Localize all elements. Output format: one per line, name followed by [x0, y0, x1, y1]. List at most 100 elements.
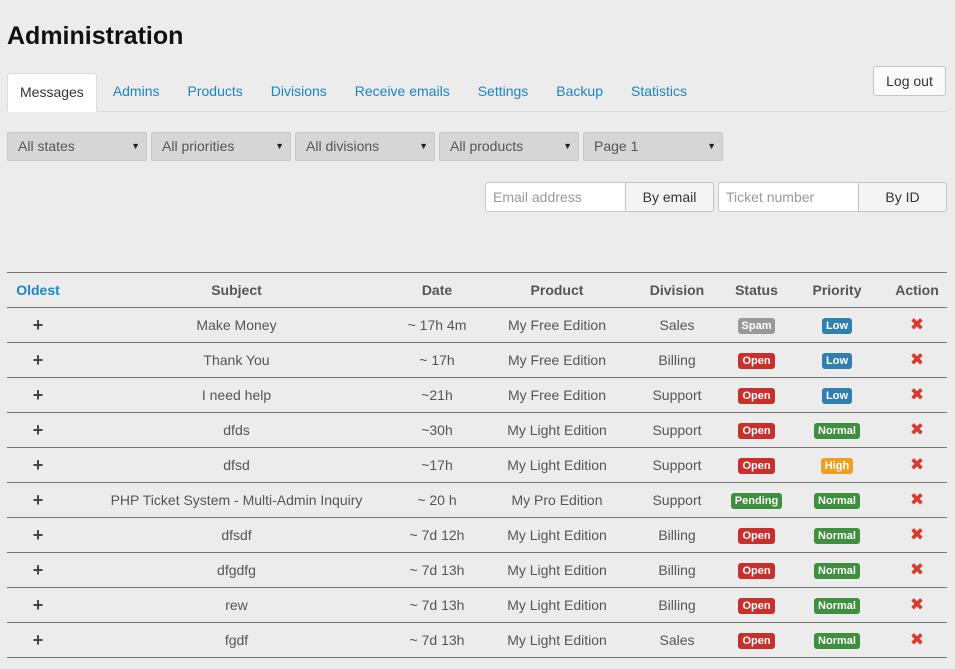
- caret-down-icon: ▼: [275, 141, 284, 151]
- ticket-subject-link[interactable]: dfsd: [69, 448, 404, 482]
- priority-cell: High: [797, 448, 877, 482]
- ticket-subject-link[interactable]: PHP Ticket System - Multi-Admin Inquiry: [69, 483, 404, 517]
- priority-badge[interactable]: Low: [822, 353, 852, 370]
- delete-button[interactable]: ✖: [882, 623, 952, 657]
- priority-badge[interactable]: Normal: [814, 423, 860, 440]
- tab-backup[interactable]: Backup: [541, 73, 618, 111]
- status-badge[interactable]: Open: [738, 353, 775, 370]
- delete-button[interactable]: ✖: [882, 588, 952, 622]
- tab-admins[interactable]: Admins: [98, 73, 175, 111]
- ticket-subject-link[interactable]: I need help: [69, 378, 404, 412]
- status-badge[interactable]: Spam: [737, 318, 776, 335]
- ticket-division: Sales: [659, 632, 695, 648]
- ticket-product: My Light Edition: [507, 422, 607, 438]
- expand-row-button[interactable]: +: [7, 378, 69, 412]
- ticket-date: ~30h: [421, 422, 453, 438]
- ticket-subject-link[interactable]: dfsdf: [69, 518, 404, 552]
- ticket-division: Support: [652, 387, 702, 403]
- priority-cell: Normal: [797, 623, 877, 657]
- tab-receive-emails[interactable]: Receive emails: [340, 73, 465, 111]
- ticket-date: ~ 7d 13h: [409, 597, 465, 613]
- ticket-subject-link[interactable]: rew: [69, 588, 404, 622]
- by-email-button[interactable]: By email: [625, 182, 714, 212]
- by-id-button[interactable]: By ID: [858, 182, 947, 212]
- status-badge[interactable]: Pending: [730, 493, 783, 510]
- expand-row-button[interactable]: +: [7, 413, 69, 447]
- expand-row-button[interactable]: +: [7, 448, 69, 482]
- expand-row-button[interactable]: +: [7, 553, 69, 587]
- tab-statistics[interactable]: Statistics: [616, 73, 702, 111]
- tab-products[interactable]: Products: [173, 73, 258, 111]
- priority-badge[interactable]: Low: [822, 318, 852, 335]
- expand-row-button[interactable]: +: [7, 308, 69, 342]
- sort-oldest-link[interactable]: Oldest: [7, 273, 69, 307]
- state-filter-select[interactable]: All states ▼: [7, 132, 147, 161]
- ticket-subject-link[interactable]: fgdf: [69, 623, 404, 657]
- ticket-date: ~ 20 h: [417, 492, 457, 508]
- column-header-subject: Subject: [211, 282, 262, 298]
- ticket-subject-link[interactable]: Thank You: [69, 343, 404, 377]
- plus-icon: +: [32, 560, 44, 580]
- delete-button[interactable]: ✖: [882, 343, 952, 377]
- delete-button[interactable]: ✖: [882, 553, 952, 587]
- ticket-subject-link[interactable]: dfds: [69, 413, 404, 447]
- status-badge[interactable]: Open: [738, 423, 775, 440]
- priority-badge[interactable]: High: [820, 458, 854, 475]
- delete-button[interactable]: ✖: [882, 518, 952, 552]
- table-header-row: Oldest Subject Date Product Division Sta…: [7, 273, 947, 308]
- delete-button[interactable]: ✖: [882, 413, 952, 447]
- tab-messages[interactable]: Messages: [7, 73, 97, 112]
- status-badge[interactable]: Open: [738, 458, 775, 475]
- priority-badge[interactable]: Normal: [814, 493, 860, 510]
- ticket-product: My Light Edition: [507, 597, 607, 613]
- ticket-number-input[interactable]: Ticket number: [718, 182, 858, 212]
- expand-row-button[interactable]: +: [7, 518, 69, 552]
- status-badge[interactable]: Open: [738, 633, 775, 650]
- table-row: + dfsd ~17h My Light Edition Support Open High…: [7, 448, 947, 483]
- ticket-subject-link[interactable]: Make Money: [69, 308, 404, 342]
- caret-down-icon: ▼: [131, 141, 140, 151]
- column-header-date: Date: [421, 282, 453, 298]
- priority-badge[interactable]: Low: [822, 388, 852, 405]
- delete-button[interactable]: ✖: [882, 308, 952, 342]
- priority-badge[interactable]: Normal: [814, 633, 860, 650]
- delete-button[interactable]: ✖: [882, 448, 952, 482]
- ticket-product: My Pro Edition: [511, 492, 603, 508]
- expand-row-button[interactable]: +: [7, 483, 69, 517]
- priority-badge[interactable]: Normal: [814, 563, 860, 580]
- page-select[interactable]: Page 1 ▼: [583, 132, 723, 161]
- tab-settings[interactable]: Settings: [463, 73, 544, 111]
- expand-row-button[interactable]: +: [7, 588, 69, 622]
- delete-button[interactable]: ✖: [882, 483, 952, 517]
- state-filter-value: All states: [18, 138, 75, 154]
- ticket-date: ~21h: [421, 387, 453, 403]
- ticket-division: Support: [652, 492, 702, 508]
- ticket-division: Support: [652, 422, 702, 438]
- expand-row-button[interactable]: +: [7, 623, 69, 657]
- status-cell: Open: [719, 553, 794, 587]
- messages-table: Oldest Subject Date Product Division Sta…: [7, 272, 947, 658]
- status-cell: Pending: [719, 483, 794, 517]
- priority-filter-select[interactable]: All priorities ▼: [151, 132, 291, 161]
- table-row: + dfsdf ~ 7d 12h My Light Edition Billing Ope…: [7, 518, 947, 553]
- division-filter-select[interactable]: All divisions ▼: [295, 132, 435, 161]
- page-title: Administration: [7, 22, 184, 50]
- priority-badge[interactable]: Normal: [814, 528, 860, 545]
- status-badge[interactable]: Open: [738, 388, 775, 405]
- table-row: + I need help ~21h My Free Edition Support Op…: [7, 378, 947, 413]
- status-badge[interactable]: Open: [738, 528, 775, 545]
- expand-row-button[interactable]: +: [7, 343, 69, 377]
- status-badge[interactable]: Open: [738, 598, 775, 615]
- product-filter-select[interactable]: All products ▼: [439, 132, 579, 161]
- tab-divisions[interactable]: Divisions: [256, 73, 342, 111]
- logout-button[interactable]: Log out: [873, 66, 946, 96]
- status-badge[interactable]: Open: [738, 563, 775, 580]
- close-x-icon: ✖: [909, 385, 925, 404]
- ticket-subject-link[interactable]: dfgdfg: [69, 553, 404, 587]
- email-search-input[interactable]: Email address: [485, 182, 625, 212]
- delete-button[interactable]: ✖: [882, 378, 952, 412]
- status-cell: Open: [719, 413, 794, 447]
- ticket-division: Billing: [658, 597, 696, 613]
- priority-badge[interactable]: Normal: [814, 598, 860, 615]
- close-x-icon: ✖: [909, 350, 925, 369]
